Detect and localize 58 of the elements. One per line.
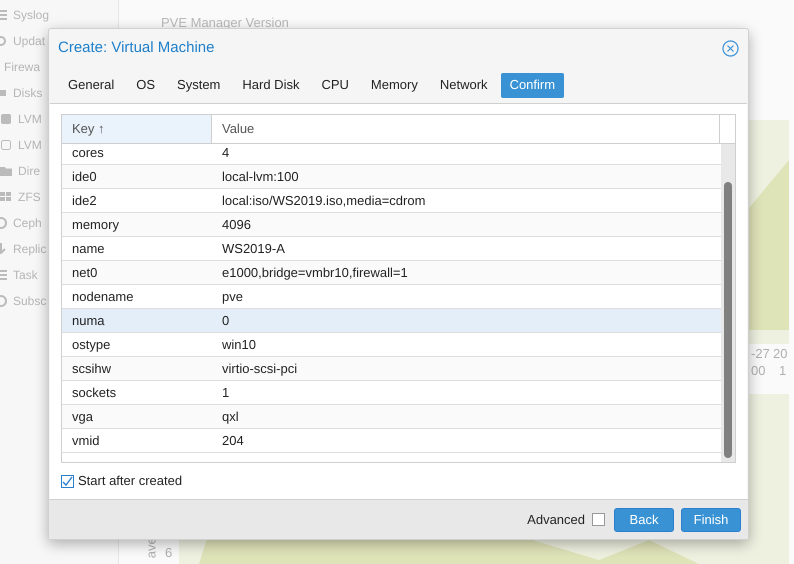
table-row[interactable]: vga qxl	[62, 405, 721, 429]
value-cell-text: e1000,bridge=vmbr10,firewall=1	[221, 264, 409, 282]
key-cell-text: vga	[71, 408, 94, 426]
value-cell-text: 204	[221, 432, 245, 450]
grid-icon	[0, 191, 12, 203]
tab[interactable]: General	[59, 72, 124, 98]
table-row[interactable]: net0 e1000,bridge=vmbr10,firewall=1	[62, 261, 721, 285]
axis-label: 1	[779, 362, 786, 380]
key-cell-text: vmid	[71, 432, 100, 450]
value-cell-text: virtio-scsi-pci	[221, 360, 298, 378]
value-cell-text: 4	[221, 144, 230, 162]
tab[interactable]: CPU	[312, 72, 358, 98]
value-cell-text: 1	[221, 384, 230, 402]
key-cell-text: ostype	[71, 336, 112, 354]
table-row[interactable]: numa 0	[62, 309, 721, 333]
value-cell-text: local:iso/WS2019.iso,media=cdrom	[221, 192, 426, 210]
key-cell-text: numa	[71, 312, 106, 330]
table-row[interactable]: memory 4096	[62, 213, 721, 237]
axis-label: 20	[773, 345, 788, 363]
tab[interactable]: Network	[430, 72, 497, 98]
advanced-checkbox[interactable]	[592, 513, 605, 526]
key-cell-text: ide2	[71, 192, 98, 210]
value-cell-text: win10	[221, 336, 257, 354]
value-cell-text: local-lvm:100	[221, 168, 300, 186]
key-cell-text: ide0	[71, 168, 98, 186]
checkbox[interactable]	[61, 474, 74, 488]
axis-label: 00	[751, 362, 766, 380]
info-label: PVE Manager Version	[161, 14, 289, 32]
value-cell-text: pve	[221, 288, 244, 306]
key-cell-text: net0	[71, 264, 98, 282]
key-cell-text: cores	[71, 144, 105, 162]
table-row[interactable]: ide0 local-lvm:100	[62, 165, 721, 189]
key-cell-text: scsihw	[71, 360, 112, 378]
value-cell-text: 4096	[221, 216, 252, 234]
key-cell-text: memory	[71, 216, 120, 234]
tab[interactable]: OS	[127, 72, 164, 98]
dialog-title: Create: Virtual Machine	[58, 38, 216, 58]
value-cell-text: WS2019-A	[221, 240, 286, 258]
axis-label: -27	[751, 345, 770, 363]
tab[interactable]: Memory	[362, 72, 427, 98]
tab[interactable]: Hard Disk	[233, 72, 308, 98]
tab[interactable]: System	[168, 72, 230, 98]
checkbox-label: Start after created	[78, 472, 182, 490]
key-cell-text: name	[71, 240, 106, 258]
folder-icon	[0, 165, 12, 177]
axis-label: 6	[165, 544, 172, 562]
column-header[interactable]: Value	[212, 115, 720, 143]
table-row[interactable]: scsihw virtio-scsi-pci	[62, 357, 721, 381]
scrollbar[interactable]	[721, 144, 735, 462]
square-icon	[0, 113, 12, 125]
close-icon[interactable]	[722, 40, 739, 56]
column-header[interactable]: Key ↑	[62, 115, 212, 143]
value-cell-text: qxl	[221, 408, 240, 426]
square-icon	[0, 139, 12, 151]
key-cell-text: nodename	[71, 288, 134, 306]
value-cell-text: 0	[221, 312, 230, 330]
advanced-label: Advanced	[527, 510, 585, 529]
key-cell-text: sockets	[71, 384, 118, 402]
